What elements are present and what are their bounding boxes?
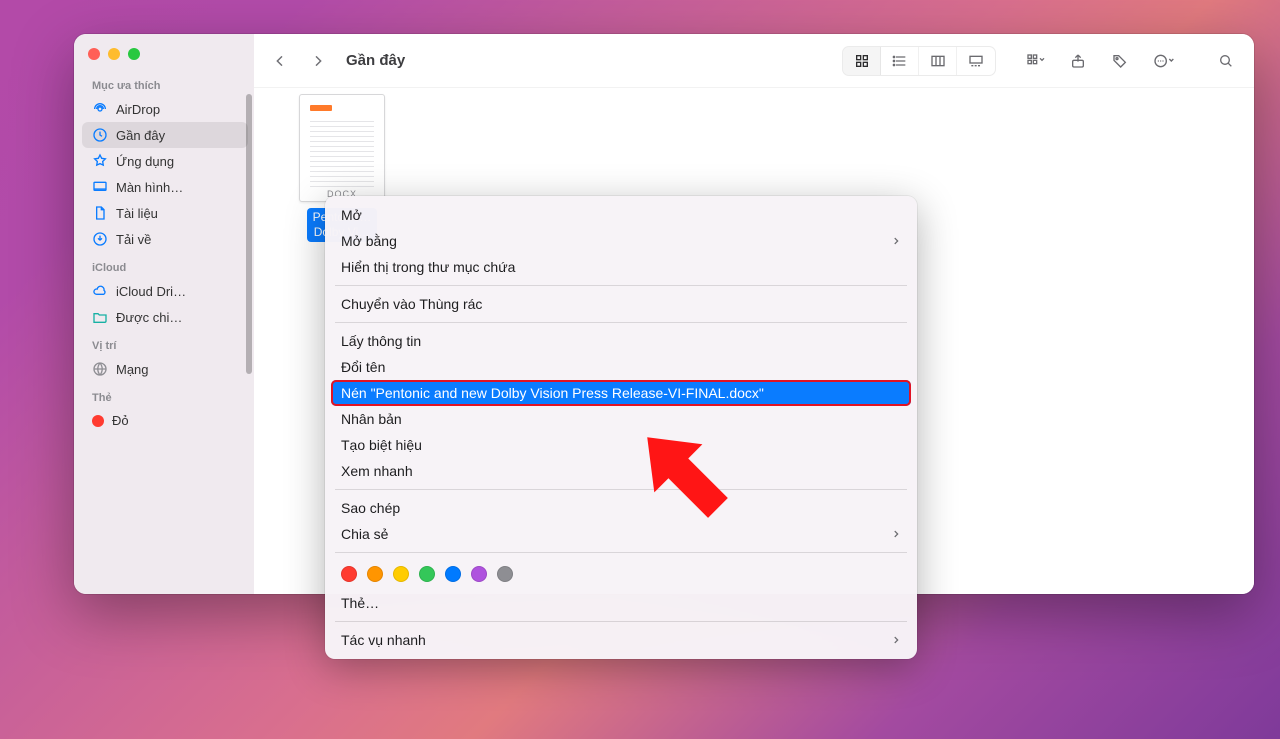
menu-item-share[interactable]: Chia sẻ — [331, 521, 911, 547]
tag-color-red[interactable] — [341, 566, 357, 582]
close-window-button[interactable] — [88, 48, 100, 60]
menu-item-compress[interactable]: Nén "Pentonic and new Dolby Vision Press… — [331, 380, 911, 406]
menu-item-quick-look[interactable]: Xem nhanh — [331, 458, 911, 484]
download-icon — [92, 231, 108, 247]
window-controls — [74, 34, 254, 66]
fullscreen-window-button[interactable] — [128, 48, 140, 60]
sidebar-item-label: Được chi… — [116, 310, 182, 325]
menu-item-copy[interactable]: Sao chép — [331, 495, 911, 521]
menu-separator — [335, 621, 907, 622]
menu-item-rename[interactable]: Đổi tên — [331, 354, 911, 380]
tag-color-green[interactable] — [419, 566, 435, 582]
group-by-button[interactable] — [1020, 47, 1052, 75]
sidebar-item-documents[interactable]: Tài liệu — [82, 200, 248, 226]
menu-separator — [335, 489, 907, 490]
chevron-right-icon — [891, 529, 901, 539]
sidebar-item-label: AirDrop — [116, 102, 160, 117]
view-gallery-button[interactable] — [957, 47, 995, 75]
sidebar-item-icloud-drive[interactable]: iCloud Dri… — [82, 278, 248, 304]
minimize-window-button[interactable] — [108, 48, 120, 60]
menu-item-duplicate[interactable]: Nhân bản — [331, 406, 911, 432]
sidebar-item-label: iCloud Dri… — [116, 284, 186, 299]
sidebar-item-desktop[interactable]: Màn hình… — [82, 174, 248, 200]
share-button[interactable] — [1062, 47, 1094, 75]
menu-item-open[interactable]: Mở — [331, 202, 911, 228]
menu-item-get-info[interactable]: Lấy thông tin — [331, 328, 911, 354]
sidebar-item-label: Màn hình… — [116, 180, 183, 195]
desktop-icon — [92, 179, 108, 195]
sidebar-item-recents[interactable]: Gần đây — [82, 122, 248, 148]
sidebar-item-airdrop[interactable]: AirDrop — [82, 96, 248, 122]
sidebar-heading-locations: Vị trí — [82, 330, 248, 356]
menu-item-tags[interactable]: Thẻ… — [331, 590, 911, 616]
sidebar-heading-tags: Thẻ — [82, 382, 248, 408]
chevron-right-icon — [891, 635, 901, 645]
sidebar-item-downloads[interactable]: Tải về — [82, 226, 248, 252]
view-mode-segmented — [842, 46, 996, 76]
toolbar: Gần đây — [254, 34, 1254, 88]
sidebar-item-label: Ứng dụng — [116, 154, 174, 169]
view-icons-button[interactable] — [843, 47, 881, 75]
cloud-icon — [92, 283, 108, 299]
nav-forward-button[interactable] — [304, 47, 332, 75]
tags-button[interactable] — [1104, 47, 1136, 75]
tag-color-blue[interactable] — [445, 566, 461, 582]
nav-back-button[interactable] — [266, 47, 294, 75]
document-icon — [92, 205, 108, 221]
view-columns-button[interactable] — [919, 47, 957, 75]
context-menu: Mở Mở bằng Hiển thị trong thư mục chứa C… — [325, 196, 917, 659]
sidebar-item-label: Mạng — [116, 362, 149, 377]
menu-separator — [335, 322, 907, 323]
network-icon — [92, 361, 108, 377]
sidebar: Mục ưa thích AirDrop Gần đây Ứng dụng — [74, 34, 254, 594]
sidebar-item-network[interactable]: Mạng — [82, 356, 248, 382]
shared-folder-icon — [92, 309, 108, 325]
sidebar-item-label: Gần đây — [116, 128, 165, 143]
sidebar-item-label: Tải về — [116, 232, 151, 247]
sidebar-scroll: Mục ưa thích AirDrop Gần đây Ứng dụng — [74, 66, 254, 443]
sidebar-item-label: Đỏ — [112, 413, 129, 428]
sidebar-item-tag-red[interactable]: Đỏ — [82, 408, 248, 433]
menu-item-make-alias[interactable]: Tạo biệt hiệu — [331, 432, 911, 458]
chevron-right-icon — [891, 236, 901, 246]
menu-item-move-to-trash[interactable]: Chuyển vào Thùng rác — [331, 291, 911, 317]
tag-color-yellow[interactable] — [393, 566, 409, 582]
menu-separator — [335, 552, 907, 553]
file-thumbnail[interactable]: DOCX — [299, 94, 385, 202]
menu-tag-colors — [331, 558, 911, 590]
apps-icon — [92, 153, 108, 169]
airdrop-icon — [92, 101, 108, 117]
tag-color-purple[interactable] — [471, 566, 487, 582]
actions-menu-button[interactable] — [1146, 47, 1182, 75]
tag-dot-red — [92, 415, 104, 427]
sidebar-item-applications[interactable]: Ứng dụng — [82, 148, 248, 174]
clock-icon — [92, 127, 108, 143]
location-title: Gần đây — [346, 52, 405, 69]
menu-separator — [335, 285, 907, 286]
sidebar-heading-favorites: Mục ưa thích — [82, 70, 248, 96]
search-button[interactable] — [1210, 47, 1242, 75]
sidebar-item-label: Tài liệu — [116, 206, 158, 221]
sidebar-scrollbar[interactable] — [246, 94, 252, 374]
menu-item-show-in-folder[interactable]: Hiển thị trong thư mục chứa — [331, 254, 911, 280]
menu-item-quick-actions[interactable]: Tác vụ nhanh — [331, 627, 911, 653]
view-list-button[interactable] — [881, 47, 919, 75]
tag-color-orange[interactable] — [367, 566, 383, 582]
sidebar-heading-icloud: iCloud — [82, 252, 248, 278]
menu-item-open-with[interactable]: Mở bằng — [331, 228, 911, 254]
tag-color-gray[interactable] — [497, 566, 513, 582]
sidebar-item-shared[interactable]: Được chi… — [82, 304, 248, 330]
